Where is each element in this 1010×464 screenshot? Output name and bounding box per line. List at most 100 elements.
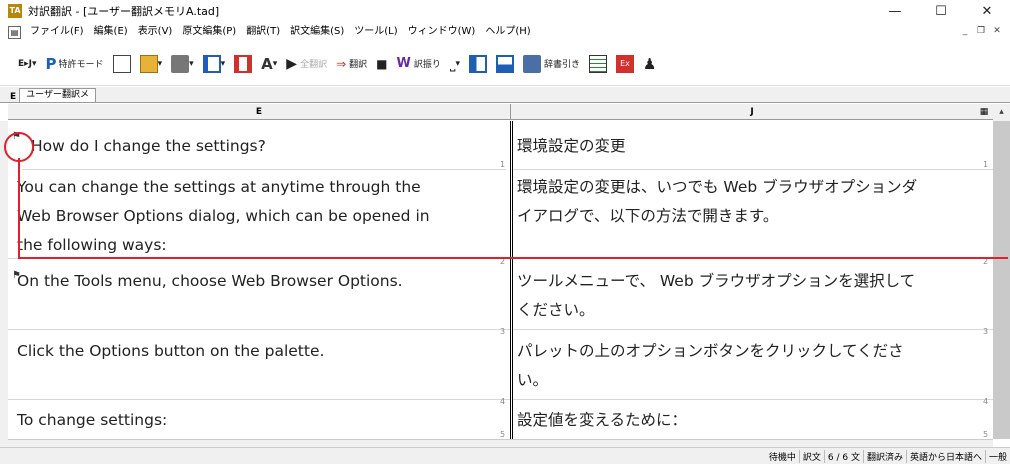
row-divider <box>513 329 993 330</box>
new-document-icon <box>112 54 131 73</box>
app-icon: TA <box>8 4 22 18</box>
multi-column-button[interactable] <box>234 49 253 79</box>
menu-source-edit[interactable]: 原文編集(P) <box>177 22 241 42</box>
menu-target-edit[interactable]: 訳文編集(S) <box>285 22 349 42</box>
left-margin <box>0 121 8 447</box>
menu-view[interactable]: 表示(V) <box>133 22 178 42</box>
minimize-button[interactable]: — <box>872 0 918 22</box>
target-sentence-line[interactable]: ツールメニューで、 Web ブラウザオプションを選択して <box>513 267 915 295</box>
tag-label: 訳振り <box>413 60 441 70</box>
export-button[interactable]: Ex <box>616 49 635 79</box>
scroll-up-button[interactable]: ▴ <box>993 104 1010 121</box>
play-icon: ▶ <box>286 55 298 72</box>
layout-button[interactable]: ▾ <box>202 49 225 79</box>
menu-bar: ▤ ファイル(F) 編集(E) 表示(V) 原文編集(P) 翻訳(T) 訳文編集… <box>0 22 1010 42</box>
language-direction-label: E▸J <box>18 58 33 69</box>
menu-window[interactable]: ウィンドウ(W) <box>403 22 481 42</box>
sentence-number-partial: 5 <box>983 430 989 439</box>
document-icon[interactable]: ▤ <box>8 25 21 39</box>
sentence-number: 3 <box>500 327 506 336</box>
row-divider <box>8 399 510 400</box>
target-sentence[interactable]: 設定値を変えるために： <box>513 406 687 434</box>
new-document-button[interactable] <box>112 49 131 79</box>
split-vertical-button[interactable] <box>496 49 515 79</box>
source-sentence[interactable]: How do I change the settings? <box>22 132 266 160</box>
dictionary-button[interactable]: 辞書引き <box>523 49 580 79</box>
stop-button[interactable]: ■ <box>376 49 387 79</box>
split-horizontal-button[interactable] <box>469 49 488 79</box>
translate-icon: ⇒ <box>336 56 347 71</box>
translate-label: 翻訳 <box>349 60 368 70</box>
tag-icon: W <box>396 56 411 71</box>
row-divider <box>513 399 993 400</box>
print-button[interactable]: ▾ <box>171 49 194 79</box>
font-button[interactable]: A ▾ <box>261 49 277 79</box>
patent-mode-button[interactable]: P 特許モード <box>46 49 104 79</box>
source-sentence[interactable]: On the Tools menu, choose Web Browser Op… <box>8 267 403 295</box>
tab-user-memory[interactable]: ユーザー翻訳メ <box>19 88 96 102</box>
split-vertical-icon <box>496 54 515 73</box>
window-title: 対訳翻訳 - [ユーザー翻訳メモリA.tad] <box>28 5 220 18</box>
sentence-number: 4 <box>983 397 989 406</box>
dictionary-label: 辞書引き <box>544 60 581 70</box>
status-state: 待機中 <box>768 452 796 463</box>
status-bar: 待機中 訳文 6 / 6 文 翻訳済み 英語から日本語へ 一般 <box>0 447 1010 464</box>
mdi-restore-button[interactable]: ❐ <box>974 25 988 38</box>
notes-icon <box>589 54 608 73</box>
target-sentence-line[interactable]: パレットの上のオプションボタンをクリックしてくださ <box>513 337 904 365</box>
stop-icon: ■ <box>376 56 388 71</box>
horizontal-scroll-area[interactable] <box>8 439 993 447</box>
highlight-circle <box>4 132 34 162</box>
status-pane: 訳文 <box>798 449 824 463</box>
menu-edit[interactable]: 編集(E) <box>89 22 133 42</box>
open-button[interactable]: ▾ <box>139 49 162 79</box>
menu-file[interactable]: ファイル(F) <box>25 22 89 42</box>
tag-button[interactable]: W 訳振り <box>397 49 441 79</box>
close-button[interactable]: ✕ <box>964 0 1010 22</box>
patent-mode-label: 特許モード <box>58 60 104 70</box>
translate-all-label: 全翻訳 <box>300 60 328 70</box>
multi-columns-icon <box>234 54 253 73</box>
column-header-source[interactable]: E <box>8 104 510 120</box>
maximize-button[interactable]: ☐ <box>918 0 964 22</box>
row-divider <box>8 329 510 330</box>
title-bar: TA 対訳翻訳 - [ユーザー翻訳メモリA.tad] <box>0 0 1010 22</box>
split-horizontal-icon <box>469 54 488 73</box>
mdi-minimize-button[interactable]: _ <box>958 25 972 38</box>
status-direction: 英語から日本語へ <box>905 449 985 463</box>
translate-button[interactable]: ⇒ 翻訳 <box>336 49 367 79</box>
status-field: 一般 <box>984 449 1010 463</box>
panel-icon[interactable]: ▦ <box>975 104 993 120</box>
status-translated: 翻訳済み <box>862 449 906 463</box>
column-header-target[interactable]: J <box>510 104 993 120</box>
status-count: 6 / 6 文 <box>823 449 863 463</box>
printer-icon <box>171 54 190 73</box>
toolbar: E▸J ▾ P 特許モード ▾ ▾ ▾ A ▾ ▶ 全翻訳 ⇒ 翻訳 ■ W 訳振り ⎵ ▾ … <box>0 42 1010 86</box>
menu-translate[interactable]: 翻訳(T) <box>241 22 285 42</box>
source-sentence[interactable]: Click the Options button on the palette. <box>8 337 324 365</box>
sentence-number: 3 <box>983 327 989 336</box>
menu-tools[interactable]: ツール(L) <box>349 22 402 42</box>
font-icon: A <box>261 54 273 73</box>
translate-all-button[interactable]: ▶ 全翻訳 <box>286 49 327 79</box>
user-icon: ♟ <box>643 54 657 73</box>
folder-icon <box>139 54 158 73</box>
dictionary-icon <box>523 54 542 73</box>
sentence-number-partial: 5 <box>500 430 506 439</box>
target-sentence-line[interactable]: ください。 <box>513 296 595 324</box>
pat-icon: P <box>45 54 57 73</box>
space-icon: ⎵ <box>449 55 456 72</box>
space-button[interactable]: ⎵ ▾ <box>450 49 460 79</box>
target-sentence[interactable]: 環境設定の変更 <box>513 132 626 160</box>
tab-bar: E ユーザー翻訳メ <box>0 87 1010 103</box>
menu-help[interactable]: ヘルプ(H) <box>480 22 535 42</box>
sentence-number: 4 <box>500 397 506 406</box>
target-sentence-line[interactable]: い。 <box>513 366 548 394</box>
source-sentence[interactable]: To change settings: <box>8 406 167 434</box>
notes-button[interactable] <box>589 49 608 79</box>
highlight-annotation <box>18 158 1008 259</box>
user-button[interactable]: ♟ <box>643 49 656 79</box>
language-direction-button[interactable]: E▸J ▾ <box>18 49 37 79</box>
mdi-close-button[interactable]: ✕ <box>990 25 1004 38</box>
export-icon: Ex <box>616 54 635 73</box>
